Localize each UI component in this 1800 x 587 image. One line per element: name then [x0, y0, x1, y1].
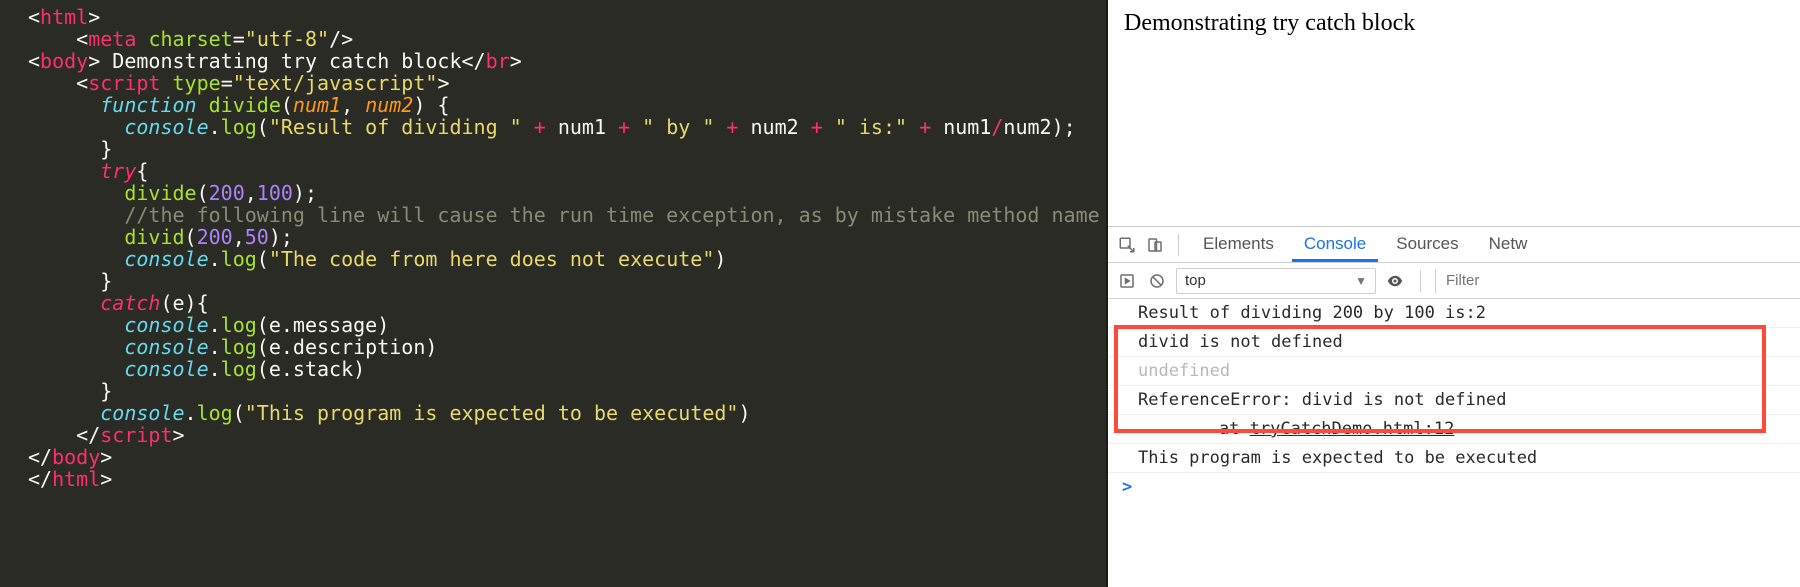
console-row: ReferenceError: divid is not defined	[1108, 386, 1800, 415]
console-row: This program is expected to be executed	[1108, 444, 1800, 473]
console-row: Result of dividing 200 by 100 is:2	[1108, 299, 1800, 328]
code-line: console.log("Result of dividing " + num1…	[28, 116, 1106, 138]
context-select[interactable]: top ▼	[1176, 268, 1376, 294]
code-line: function divide(num1, num2) {	[28, 94, 1106, 116]
tab-elements[interactable]: Elements	[1191, 227, 1286, 262]
clear-console-icon[interactable]	[1146, 270, 1168, 292]
code-line: console.log(e.stack)	[28, 358, 1106, 380]
context-value: top	[1185, 272, 1206, 289]
tab-network[interactable]: Netw	[1477, 227, 1540, 262]
device-toggle-icon[interactable]	[1144, 234, 1166, 256]
code-line: </html>	[28, 468, 1106, 490]
code-line: <body> Demonstrating try catch block</br…	[28, 50, 1106, 72]
devtools-panel: Elements Console Sources Netw	[1108, 227, 1800, 587]
tab-sources[interactable]: Sources	[1384, 227, 1470, 262]
page-heading: Demonstrating try catch block	[1124, 10, 1415, 36]
console-row: at tryCatchDemo.html:12	[1108, 415, 1800, 444]
console-toolbar: top ▼	[1108, 263, 1800, 299]
code-line: divid(200,50);	[28, 226, 1106, 248]
prompt-caret-icon: >	[1122, 477, 1132, 497]
divider	[1178, 234, 1179, 256]
divider	[1420, 270, 1421, 292]
devtools-tabbar: Elements Console Sources Netw	[1108, 227, 1800, 263]
browser-pane: Demonstrating try catch block El	[1106, 0, 1800, 587]
console-row: divid is not defined	[1108, 328, 1800, 357]
code-line: //the following line will cause the run …	[28, 204, 1106, 226]
tab-console[interactable]: Console	[1292, 227, 1378, 262]
code-line: </body>	[28, 446, 1106, 468]
code-line: catch(e){	[28, 292, 1106, 314]
console-prompt[interactable]: >	[1108, 473, 1800, 501]
code-line: console.log("The code from here does not…	[28, 248, 1106, 270]
code-line: divide(200,100);	[28, 182, 1106, 204]
console-output[interactable]: Result of dividing 200 by 100 is:2divid …	[1108, 299, 1800, 587]
code-line: try{	[28, 160, 1106, 182]
code-line: }	[28, 270, 1106, 292]
code-line: <script type="text/javascript">	[28, 72, 1106, 94]
code-line: </script>	[28, 424, 1106, 446]
live-expression-icon[interactable]	[1384, 270, 1406, 292]
console-row: undefined	[1108, 357, 1800, 386]
code-editor[interactable]: <html> <meta charset="utf-8"/><body> Dem…	[0, 0, 1106, 587]
play-icon[interactable]	[1116, 270, 1138, 292]
chevron-down-icon: ▼	[1355, 274, 1367, 288]
source-link[interactable]: tryCatchDemo.html:12	[1250, 419, 1455, 439]
app-layout: <html> <meta charset="utf-8"/><body> Dem…	[0, 0, 1800, 587]
inspect-icon[interactable]	[1116, 234, 1138, 256]
code-line: }	[28, 380, 1106, 402]
code-line: }	[28, 138, 1106, 160]
code-line: console.log(e.description)	[28, 336, 1106, 358]
code-line: <meta charset="utf-8"/>	[28, 28, 1106, 50]
filter-input[interactable]	[1435, 269, 1792, 293]
code-line: console.log(e.message)	[28, 314, 1106, 336]
code-line: console.log("This program is expected to…	[28, 402, 1106, 424]
rendered-page: Demonstrating try catch block	[1108, 0, 1800, 227]
code-line: <html>	[28, 6, 1106, 28]
